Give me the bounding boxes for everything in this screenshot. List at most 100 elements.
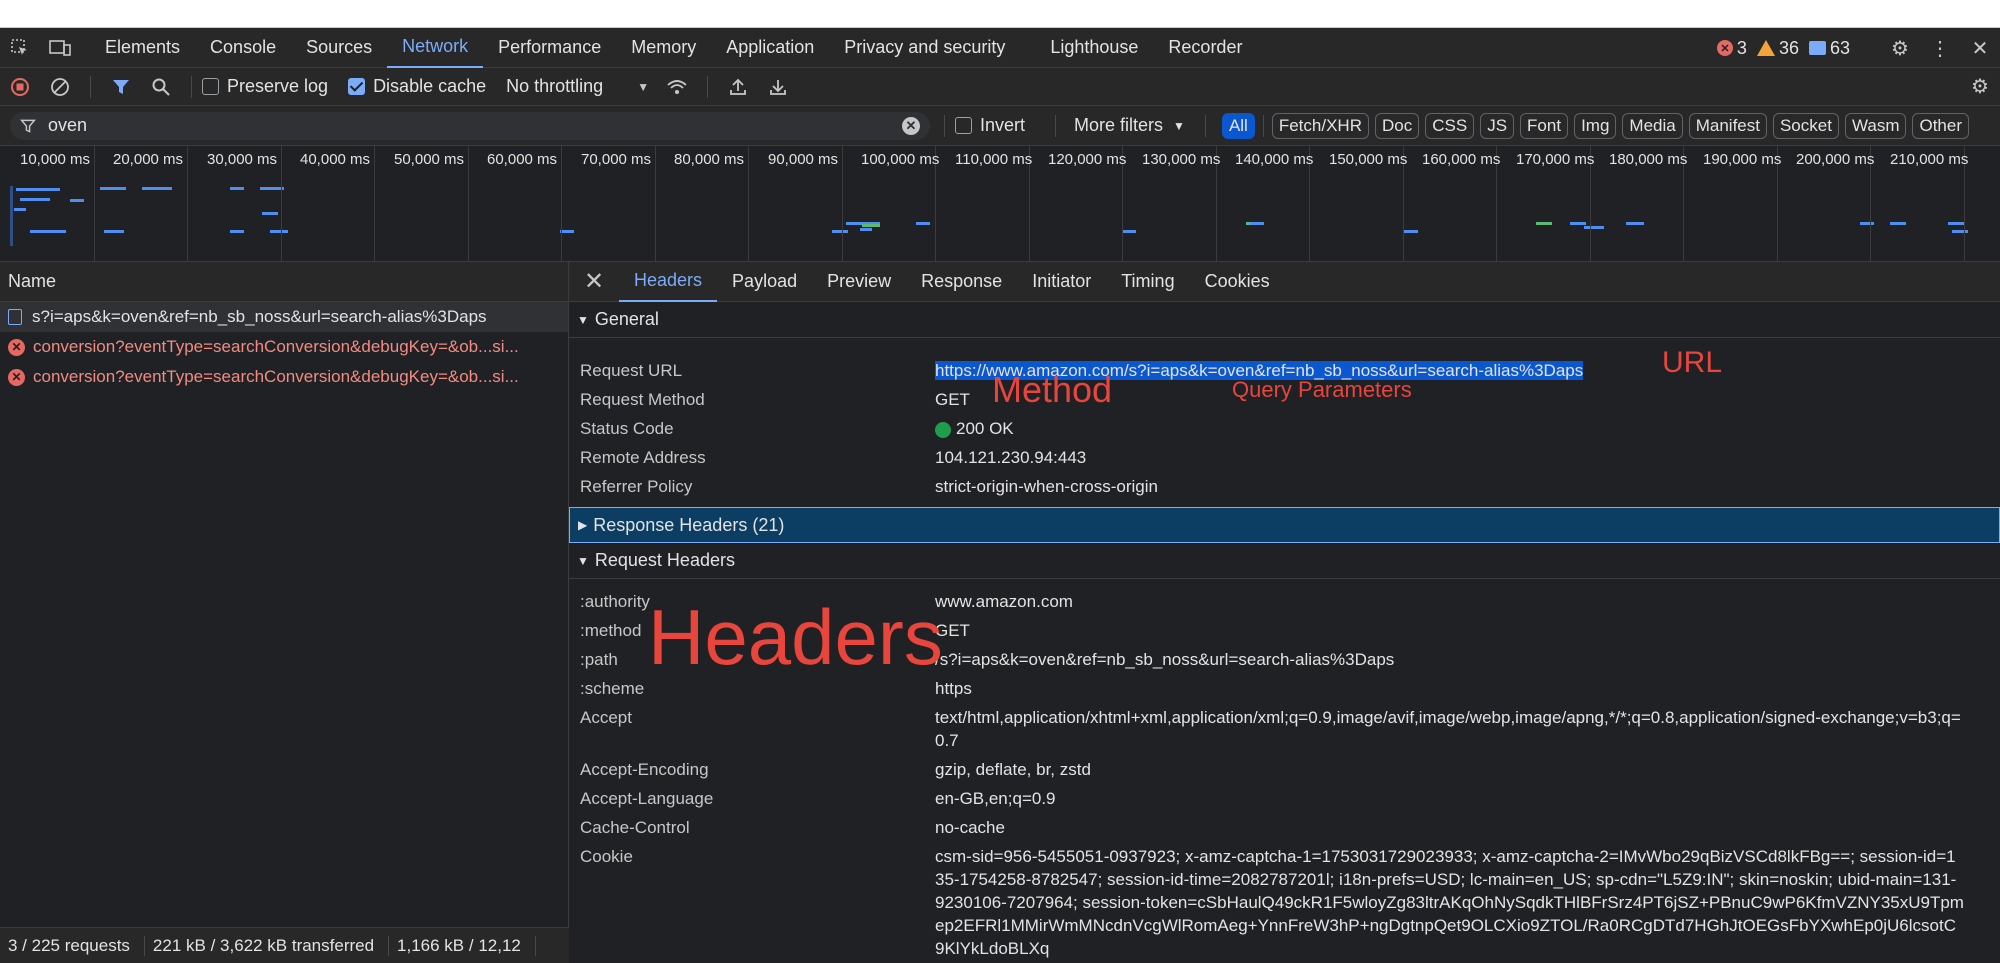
tab-preview[interactable]: Preview [812, 262, 906, 302]
type-filter-wasm[interactable]: Wasm [1844, 112, 1907, 139]
header-value[interactable]: csm-sid=956-5455051-0937923; x-amz-captc… [935, 842, 1965, 963]
type-filter-doc[interactable]: Doc [1374, 112, 1420, 139]
tab-privacy-security[interactable]: Privacy and security [829, 28, 1020, 68]
tab-payload[interactable]: Payload [717, 262, 812, 302]
waterfall-bar [16, 188, 60, 191]
network-conditions-icon[interactable] [657, 67, 697, 107]
close-details-icon[interactable]: ✕ [569, 262, 619, 302]
timeline-tick-label: 80,000 ms [674, 151, 745, 168]
search-icon[interactable] [141, 67, 181, 107]
tab-performance[interactable]: Performance [483, 28, 616, 68]
toolbar-separator [191, 75, 192, 98]
header-value[interactable]: no-cache [935, 813, 1965, 842]
request-row[interactable]: s?i=aps&k=oven&ref=nb_sb_noss&url=search… [0, 302, 568, 332]
network-overview-timeline[interactable]: 10,000 ms 20,000 ms 30,000 ms 40,000 ms 50,0… [0, 146, 2000, 262]
filter-value[interactable]: oven [48, 115, 87, 136]
settings-gear-icon[interactable]: ⚙ [1880, 28, 1920, 68]
error-count-badge[interactable]: ✕ 3 [1716, 38, 1747, 59]
tab-headers[interactable]: Headers [619, 262, 718, 302]
issue-counts[interactable]: ✕ 3 36 63 [1716, 28, 1850, 68]
waterfall-bar [1948, 222, 1964, 225]
tab-timing[interactable]: Timing [1106, 262, 1189, 302]
type-filter-socket[interactable]: Socket [1772, 112, 1839, 139]
waterfall-bar [1404, 230, 1418, 233]
network-settings-gear-icon[interactable]: ⚙ [1960, 67, 2000, 107]
throttling-select[interactable]: No throttling ▼ [506, 76, 649, 97]
request-row[interactable]: ✕ conversion?eventType=searchConversion&… [0, 362, 568, 392]
tab-console[interactable]: Console [195, 28, 291, 68]
timeline-gridline [748, 146, 749, 261]
header-key: Accept-Encoding [580, 760, 709, 779]
disable-cache-checkbox[interactable]: Disable cache [348, 76, 486, 97]
status-ok-icon [935, 421, 951, 438]
filter-separator [944, 114, 945, 137]
tab-sources[interactable]: Sources [291, 28, 387, 68]
clear-icon[interactable] [40, 67, 80, 107]
tab-network[interactable]: Network [387, 28, 484, 68]
message-count-badge[interactable]: 63 [1808, 38, 1850, 59]
tab-initiator[interactable]: Initiator [1017, 262, 1106, 302]
header-key: Accept-Language [580, 789, 714, 808]
error-icon: ✕ [8, 368, 25, 386]
header-value[interactable]: text/html,application/xhtml+xml,applicat… [935, 703, 1965, 755]
type-filter-js[interactable]: JS [1480, 112, 1515, 139]
type-filter-img[interactable]: Img [1574, 112, 1617, 139]
tab-recorder[interactable]: Recorder [1153, 28, 1257, 68]
invert-checkbox[interactable]: Invert [955, 115, 1025, 136]
request-headers-section-header[interactable]: ▼ Request Headers [569, 543, 2000, 579]
header-value[interactable]: www.amazon.com [935, 587, 1965, 616]
type-filter-fetch-xhr[interactable]: Fetch/XHR [1271, 112, 1369, 139]
header-value[interactable]: https [935, 674, 1965, 703]
header-value[interactable]: /s?i=aps&k=oven&ref=nb_sb_noss&url=searc… [935, 645, 1965, 674]
name-column-header[interactable]: Name [0, 262, 568, 302]
waterfall-bar [1626, 222, 1644, 225]
checkbox-box-checked[interactable] [348, 78, 366, 95]
inspect-element-icon[interactable] [0, 28, 40, 68]
filter-icon[interactable] [101, 67, 141, 107]
checkbox-box[interactable] [202, 78, 219, 95]
tab-application[interactable]: Application [711, 28, 829, 68]
timeline-gridline [468, 146, 469, 261]
type-filter-media[interactable]: Media [1622, 112, 1683, 139]
header-value[interactable]: en-GB,en;q=0.9 [935, 784, 1965, 813]
waterfall-bar [230, 187, 244, 190]
request-row[interactable]: ✕ conversion?eventType=searchConversion&… [0, 332, 568, 362]
close-devtools-icon[interactable]: ✕ [1960, 28, 2000, 68]
preserve-log-checkbox[interactable]: Preserve log [202, 76, 328, 97]
filter-separator [1262, 114, 1264, 137]
more-options-icon[interactable]: ⋮ [1920, 28, 1960, 68]
type-filter-css[interactable]: CSS [1425, 112, 1475, 139]
timeline-gridline [94, 146, 95, 261]
response-headers-section-header[interactable]: ▶ Response Headers (21) [569, 507, 2000, 543]
header-key: Request Method [580, 390, 705, 409]
tab-response[interactable]: Response [906, 262, 1017, 302]
type-filter-manifest[interactable]: Manifest [1688, 112, 1767, 139]
type-filter-all[interactable]: All [1221, 112, 1255, 139]
tab-lighthouse[interactable]: Lighthouse [1020, 28, 1153, 68]
header-value[interactable]: GET [935, 616, 1965, 645]
checkbox-box[interactable] [955, 117, 972, 134]
status-code-value: 200 OK [956, 419, 1014, 438]
type-filter-font[interactable]: Font [1520, 112, 1569, 139]
filter-input[interactable]: oven ✕ [10, 111, 930, 140]
tab-cookies[interactable]: Cookies [1190, 262, 1285, 302]
clear-filter-icon[interactable]: ✕ [902, 116, 920, 135]
header-value[interactable]: strict-origin-when-cross-origin [935, 472, 1965, 501]
timeline-tick-label: 50,000 ms [394, 151, 465, 168]
device-toolbar-icon[interactable] [40, 28, 80, 68]
header-value[interactable]: gzip, deflate, br, zstd [935, 755, 1965, 784]
warning-count-badge[interactable]: 36 [1756, 38, 1799, 59]
stop-recording-icon[interactable] [0, 67, 40, 107]
export-har-icon[interactable] [758, 67, 798, 107]
header-value[interactable]: 200 OK [935, 414, 1965, 443]
import-har-icon[interactable] [718, 67, 758, 107]
waterfall-bar [1570, 222, 1586, 225]
tab-elements[interactable]: Elements [90, 28, 195, 68]
waterfall-bar [860, 228, 872, 231]
tab-memory[interactable]: Memory [616, 28, 711, 68]
header-value[interactable]: 104.121.230.94:443 [935, 443, 1965, 472]
more-filters-dropdown[interactable]: More filters ▼ [1074, 115, 1185, 136]
type-filter-other[interactable]: Other [1912, 112, 1970, 139]
general-section-header[interactable]: ▼ General [569, 302, 2000, 338]
